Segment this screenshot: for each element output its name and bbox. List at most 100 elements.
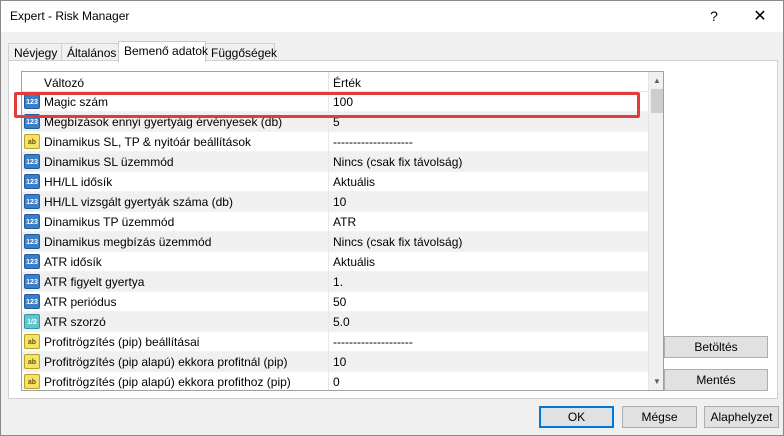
table-row[interactable]: 123 ATR periódus 50 xyxy=(22,292,648,312)
cell-divider xyxy=(328,272,329,292)
scroll-up-arrow-icon[interactable]: ▲ xyxy=(649,72,663,89)
parameter-value[interactable]: 0 xyxy=(333,375,340,389)
cell-divider xyxy=(328,332,329,352)
tab-inputs[interactable]: Bemenő adatok xyxy=(118,41,208,62)
cell-divider xyxy=(328,172,329,192)
parameter-value[interactable]: 10 xyxy=(333,355,346,369)
parameter-name: Profitrögzítés (pip) beállításai xyxy=(44,335,200,349)
parameter-name: ATR periódus xyxy=(44,295,117,309)
integer-type-icon: 123 xyxy=(24,174,40,189)
string-type-icon: ab xyxy=(24,334,40,349)
string-type-icon: ab xyxy=(24,354,40,369)
scroll-down-arrow-icon[interactable]: ▼ xyxy=(649,373,663,390)
table-row[interactable]: 1/2 ATR szorzó 5.0 xyxy=(22,312,648,332)
cell-divider xyxy=(328,292,329,312)
cell-divider xyxy=(328,92,329,112)
parameter-value[interactable]: ATR xyxy=(333,215,356,229)
column-divider[interactable] xyxy=(328,72,329,92)
parameter-value[interactable]: 1. xyxy=(333,275,343,289)
column-header-value[interactable]: Érték xyxy=(333,76,361,90)
parameter-name: Dinamikus SL, TP & nyitóár beállítások xyxy=(44,135,251,149)
table-row[interactable]: ab Profitrögzítés (pip) beállításai ------… xyxy=(22,332,648,352)
dialog-window: Expert - Risk Manager ? ✕ Névjegy Általá… xyxy=(0,0,784,436)
parameter-value[interactable]: 50 xyxy=(333,295,346,309)
window-title: Expert - Risk Manager xyxy=(10,9,130,23)
cell-divider xyxy=(328,212,329,232)
parameter-name: ATR szorzó xyxy=(44,315,106,329)
parameter-value[interactable]: -------------------- xyxy=(333,335,413,349)
parameter-value[interactable]: Aktuális xyxy=(333,175,375,189)
parameter-value[interactable]: 100 xyxy=(333,95,353,109)
parameter-name: ATR idősík xyxy=(44,255,102,269)
parameter-name: Magic szám xyxy=(44,95,109,109)
parameter-value[interactable]: Nincs (csak fix távolság) xyxy=(333,155,462,169)
integer-type-icon: 123 xyxy=(24,234,40,249)
table-row[interactable]: ab Profitrögzítés (pip alapú) ekkora prof… xyxy=(22,372,648,390)
tab-about[interactable]: Névjegy xyxy=(8,43,62,61)
parameter-value[interactable]: 10 xyxy=(333,195,346,209)
table-row[interactable]: 123 Dinamikus TP üzemmód ATR xyxy=(22,212,648,232)
parameter-name: HH/LL vizsgált gyertyák száma (db) xyxy=(44,195,233,209)
integer-type-icon: 123 xyxy=(24,114,40,129)
reset-button[interactable]: Alaphelyzet xyxy=(704,406,779,428)
integer-type-icon: 123 xyxy=(24,294,40,309)
integer-type-icon: 123 xyxy=(24,254,40,269)
parameter-value[interactable]: 5.0 xyxy=(333,315,350,329)
cell-divider xyxy=(328,232,329,252)
table-row[interactable]: 123 Dinamikus megbízás üzemmód Nincs (csak… xyxy=(22,232,648,252)
cell-divider xyxy=(328,132,329,152)
parameter-name: Megbízások ennyi gyertyáig érvényesek (d… xyxy=(44,115,283,129)
table-row[interactable]: ab Profitrögzítés (pip alapú) ekkora prof… xyxy=(22,352,648,372)
table-row[interactable]: 123 Dinamikus SL üzemmód Nincs (csak fix t… xyxy=(22,152,648,172)
parameter-name: HH/LL idősík xyxy=(44,175,113,189)
integer-type-icon: 123 xyxy=(24,274,40,289)
close-button[interactable]: ✕ xyxy=(737,1,783,32)
grid-rows: 123 Magic szám 100 123 Megbízások ennyi gyer… xyxy=(22,92,648,390)
parameter-value[interactable]: 5 xyxy=(333,115,340,129)
parameter-name: Profitrögzítés (pip alapú) ekkora profit… xyxy=(44,355,288,369)
column-header-variable[interactable]: Változó xyxy=(44,76,84,90)
integer-type-icon: 123 xyxy=(24,194,40,209)
cell-divider xyxy=(328,192,329,212)
ok-button[interactable]: OK xyxy=(539,406,614,428)
cell-divider xyxy=(328,152,329,172)
save-button[interactable]: Mentés xyxy=(664,369,768,391)
vertical-scrollbar[interactable]: ▲ ▼ xyxy=(648,72,663,390)
parameter-name: Dinamikus megbízás üzemmód xyxy=(44,235,212,249)
double-type-icon: 1/2 xyxy=(24,314,40,329)
table-row[interactable]: ab Dinamikus SL, TP & nyitóár beállítások… xyxy=(22,132,648,152)
integer-type-icon: 123 xyxy=(24,214,40,229)
parameter-name: Profitrögzítés (pip alapú) ekkora profit… xyxy=(44,375,291,389)
tab-dependencies[interactable]: Függőségek xyxy=(205,43,277,61)
table-row[interactable]: 123 HH/LL vizsgált gyertyák száma (db) 10 xyxy=(22,192,648,212)
table-row[interactable]: 123 HH/LL idősík Aktuális xyxy=(22,172,648,192)
parameter-name: Dinamikus TP üzemmód xyxy=(44,215,175,229)
table-row[interactable]: 123 Megbízások ennyi gyertyáig érvényesek… xyxy=(22,112,648,132)
grid-header: Változó Érték xyxy=(22,72,648,92)
integer-type-icon: 123 xyxy=(24,154,40,169)
integer-type-icon: 123 xyxy=(24,94,40,109)
parameter-value[interactable]: Aktuális xyxy=(333,255,375,269)
table-row[interactable]: 123 ATR figyelt gyertya 1. xyxy=(22,272,648,292)
inputs-panel: Változó Érték 123 Magic szám 100 123 Megbízá… xyxy=(8,60,778,399)
table-row[interactable]: 123 Magic szám 100 xyxy=(22,92,648,112)
help-button[interactable]: ? xyxy=(691,1,737,32)
load-button[interactable]: Betöltés xyxy=(664,336,768,358)
parameter-value[interactable]: -------------------- xyxy=(333,135,413,149)
tab-general[interactable]: Általános xyxy=(61,43,119,61)
cell-divider xyxy=(328,372,329,390)
string-type-icon: ab xyxy=(24,134,40,149)
parameter-name: Dinamikus SL üzemmód xyxy=(44,155,174,169)
parameter-name: ATR figyelt gyertya xyxy=(44,275,145,289)
cell-divider xyxy=(328,312,329,332)
string-type-icon: ab xyxy=(24,374,40,389)
cell-divider xyxy=(328,252,329,272)
scroll-thumb[interactable] xyxy=(651,89,663,113)
parameter-value[interactable]: Nincs (csak fix távolság) xyxy=(333,235,462,249)
cell-divider xyxy=(328,112,329,132)
table-row[interactable]: 123 ATR idősík Aktuális xyxy=(22,252,648,272)
cell-divider xyxy=(328,352,329,372)
parameters-grid[interactable]: Változó Érték 123 Magic szám 100 123 Megbízá… xyxy=(21,71,664,391)
cancel-button[interactable]: Mégse xyxy=(622,406,697,428)
title-bar: Expert - Risk Manager ? ✕ xyxy=(1,1,783,32)
